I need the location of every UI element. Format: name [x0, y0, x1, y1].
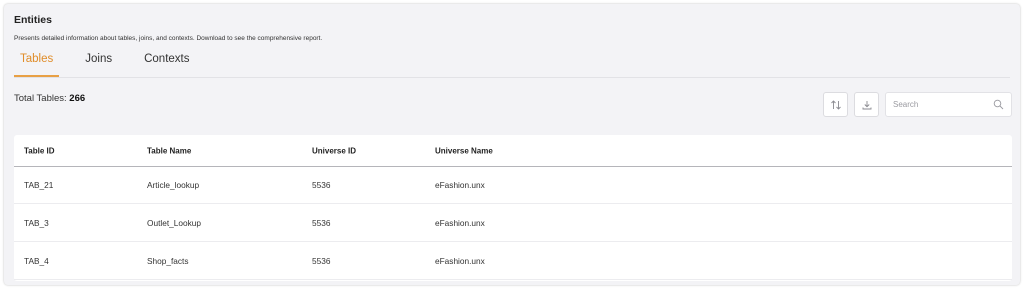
download-icon: [862, 100, 871, 109]
cell-universe-name: eFashion.unx: [435, 256, 485, 266]
cell-table-name: Outlet_Lookup: [147, 218, 201, 228]
cell-table-id: TAB_21: [24, 180, 54, 190]
table-row[interactable]: TAB_3 Outlet_Lookup 5536 eFashion.unx: [14, 205, 1012, 242]
page-title: Entities: [14, 14, 52, 26]
tab-contexts[interactable]: Contexts: [138, 51, 195, 77]
tables-table: Table ID Table Name Universe ID Universe…: [14, 135, 1012, 281]
search-icon[interactable]: [993, 99, 1004, 110]
total-tables-label: Total Tables:: [14, 93, 67, 104]
column-header-table-name[interactable]: Table Name: [147, 146, 191, 155]
total-tables: Total Tables: 266: [14, 93, 85, 104]
cell-table-id: TAB_3: [24, 218, 49, 228]
table-row[interactable]: TAB_4 Shop_facts 5536 eFashion.unx: [14, 243, 1012, 280]
search-input[interactable]: [893, 93, 989, 116]
entities-panel: Entities Presents detailed information a…: [4, 4, 1020, 285]
sort-arrows-icon: [830, 99, 841, 110]
cell-table-id: TAB_4: [24, 256, 49, 266]
cell-table-name: Shop_facts: [147, 256, 189, 266]
cell-universe-id: 5536: [312, 218, 331, 228]
page-subtitle: Presents detailed information about tabl…: [14, 35, 323, 42]
column-header-table-id[interactable]: Table ID: [24, 146, 55, 155]
cell-table-name: Article_lookup: [147, 180, 200, 190]
cell-universe-id: 5536: [312, 180, 331, 190]
tabs-divider: [14, 77, 1010, 78]
sort-button[interactable]: [823, 92, 848, 117]
table-header: Table ID Table Name Universe ID Universe…: [14, 135, 1012, 167]
search-box: [885, 92, 1012, 117]
cell-universe-id: 5536: [312, 256, 331, 266]
tab-bar: Tables Joins Contexts: [14, 51, 196, 77]
cell-universe-name: eFashion.unx: [435, 180, 485, 190]
total-tables-count: 266: [69, 93, 86, 104]
column-header-universe-id[interactable]: Universe ID: [312, 146, 356, 155]
cell-universe-name: eFashion.unx: [435, 218, 485, 228]
column-header-universe-name[interactable]: Universe Name: [435, 146, 493, 155]
table-row[interactable]: TAB_21 Article_lookup 5536 eFashion.unx: [14, 167, 1012, 204]
download-button[interactable]: [854, 92, 879, 117]
tab-tables[interactable]: Tables: [14, 51, 60, 77]
tab-joins[interactable]: Joins: [79, 51, 118, 77]
